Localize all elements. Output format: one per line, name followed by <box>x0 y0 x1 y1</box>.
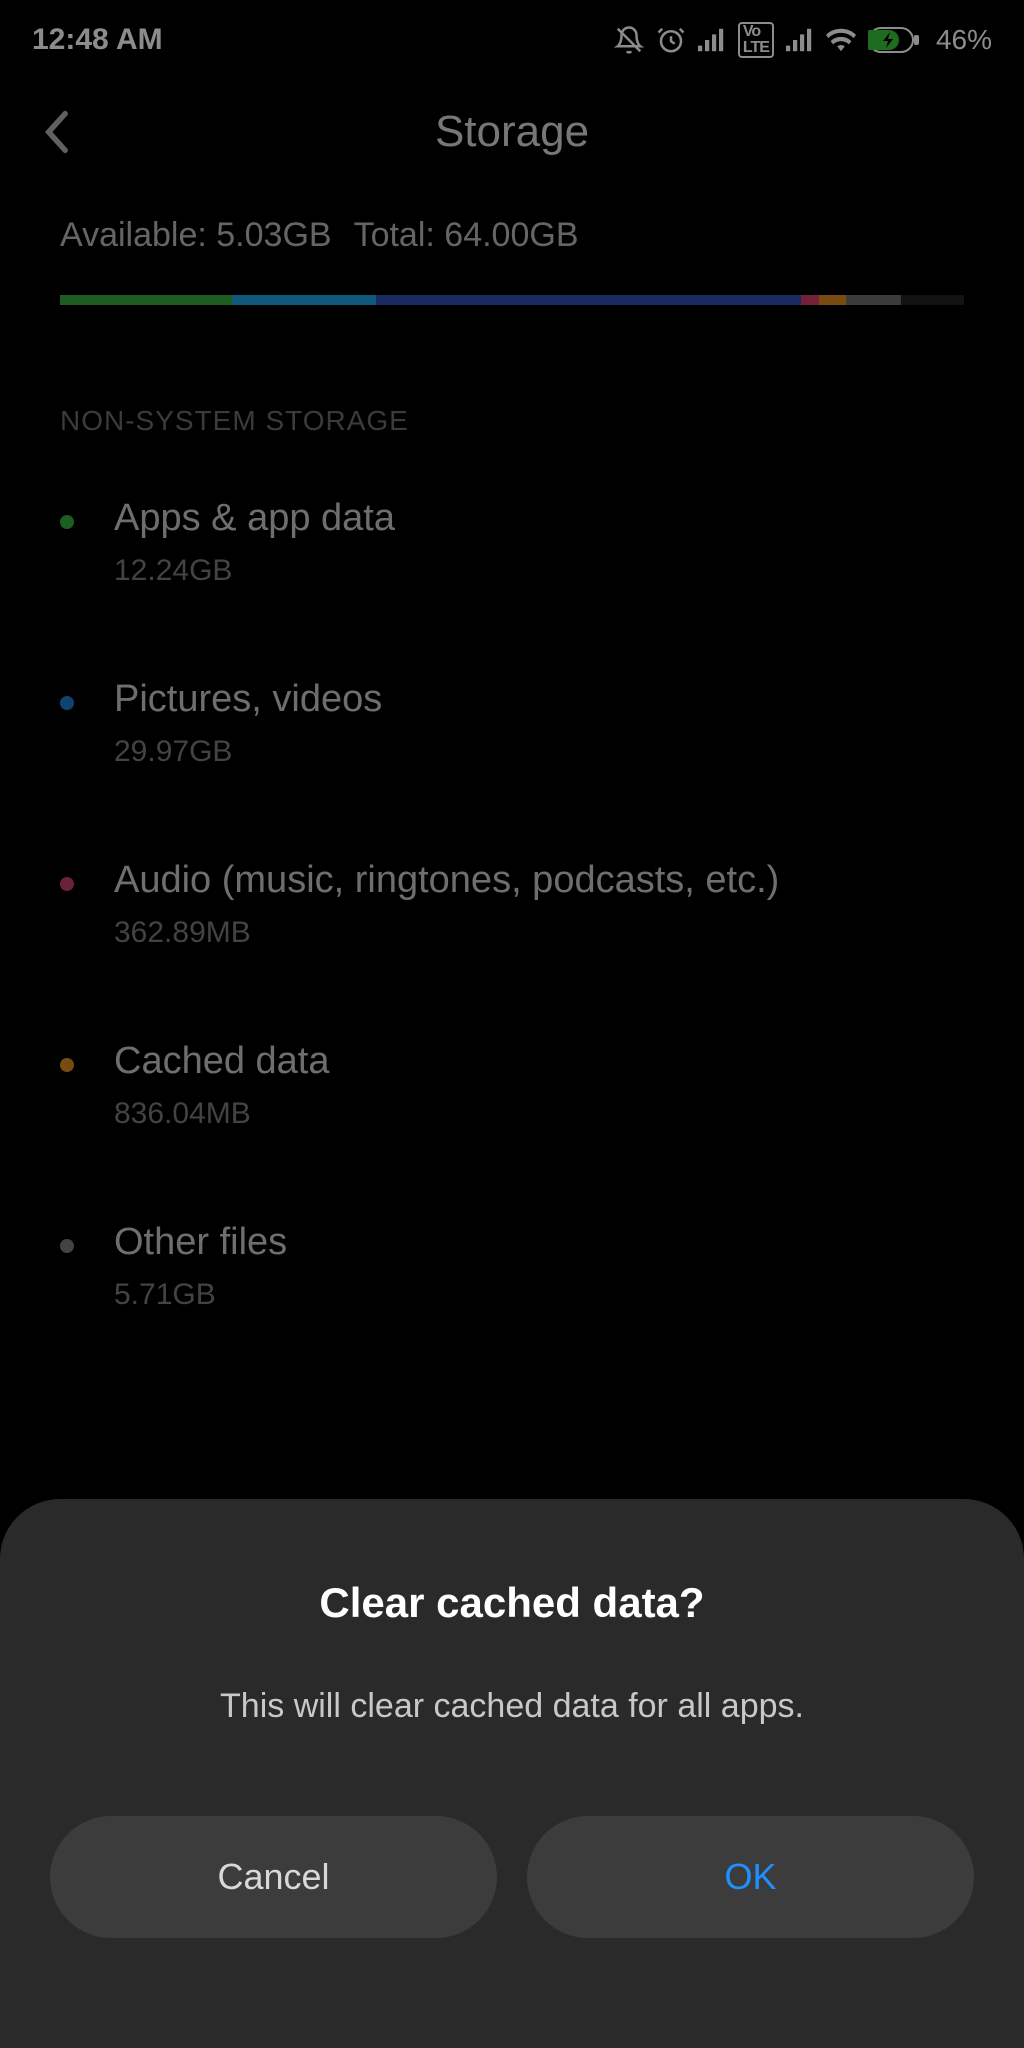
ok-button[interactable]: OK <box>527 1816 974 1938</box>
storage-item-title: Apps & app data <box>114 497 395 540</box>
storage-list: Apps & app data 12.24GB Pictures, videos 29… <box>0 497 1024 1312</box>
storage-bar-segment <box>801 295 819 305</box>
dialog-message: This will clear cached data for all apps… <box>50 1687 974 1726</box>
page-header: Storage <box>0 68 1024 186</box>
available-value: 5.03GB <box>216 216 331 254</box>
storage-item-size: 12.24GB <box>114 554 395 588</box>
storage-item-size: 29.97GB <box>114 735 382 769</box>
volte-icon: VoLTE <box>738 22 774 58</box>
total-label: Total: <box>354 216 435 254</box>
section-label: NON-SYSTEM STORAGE <box>0 405 1024 437</box>
storage-summary: Available: 5.03GB Total: 64.00GB <box>0 186 1024 305</box>
storage-item[interactable]: Apps & app data 12.24GB <box>60 497 964 588</box>
storage-bar-segment <box>901 295 964 305</box>
storage-bar-segment <box>819 295 846 305</box>
dialog-title: Clear cached data? <box>50 1579 974 1627</box>
battery-text: 46% <box>936 24 992 56</box>
available-label: Available: <box>60 216 207 254</box>
cancel-button[interactable]: Cancel <box>50 1816 497 1938</box>
category-dot-icon <box>60 696 74 710</box>
storage-item-size: 836.04MB <box>114 1097 330 1131</box>
storage-item-title: Audio (music, ringtones, podcasts, etc.) <box>114 859 779 902</box>
storage-bar-segment <box>232 295 377 305</box>
storage-bar <box>60 295 964 305</box>
storage-bar-segment <box>846 295 900 305</box>
storage-item-size: 5.71GB <box>114 1278 287 1312</box>
storage-item-size: 362.89MB <box>114 916 779 950</box>
alarm-icon <box>656 25 686 55</box>
category-dot-icon <box>60 877 74 891</box>
storage-item[interactable]: Other files 5.71GB <box>60 1221 964 1312</box>
status-bar: 12:48 AM VoLTE <box>0 0 1024 68</box>
storage-item-title: Other files <box>114 1221 287 1264</box>
mute-icon <box>614 25 644 55</box>
storage-item[interactable]: Audio (music, ringtones, podcasts, etc.)… <box>60 859 964 950</box>
status-time: 12:48 AM <box>32 23 163 57</box>
storage-bar-segment <box>60 295 232 305</box>
storage-item[interactable]: Pictures, videos 29.97GB <box>60 678 964 769</box>
signal-icon <box>698 28 726 52</box>
storage-item-title: Pictures, videos <box>114 678 382 721</box>
category-dot-icon <box>60 1239 74 1253</box>
total-value: 64.00GB <box>444 216 578 254</box>
back-button[interactable] <box>32 108 80 156</box>
category-dot-icon <box>60 1058 74 1072</box>
storage-item[interactable]: Cached data 836.04MB <box>60 1040 964 1131</box>
battery-icon <box>868 27 920 53</box>
category-dot-icon <box>60 515 74 529</box>
wifi-icon <box>826 28 856 52</box>
clear-cache-dialog: Clear cached data? This will clear cache… <box>0 1499 1024 2048</box>
page-title: Storage <box>435 107 589 157</box>
storage-bar-segment <box>376 295 801 305</box>
chevron-left-icon <box>42 110 70 154</box>
signal-icon <box>786 28 814 52</box>
storage-item-title: Cached data <box>114 1040 330 1083</box>
